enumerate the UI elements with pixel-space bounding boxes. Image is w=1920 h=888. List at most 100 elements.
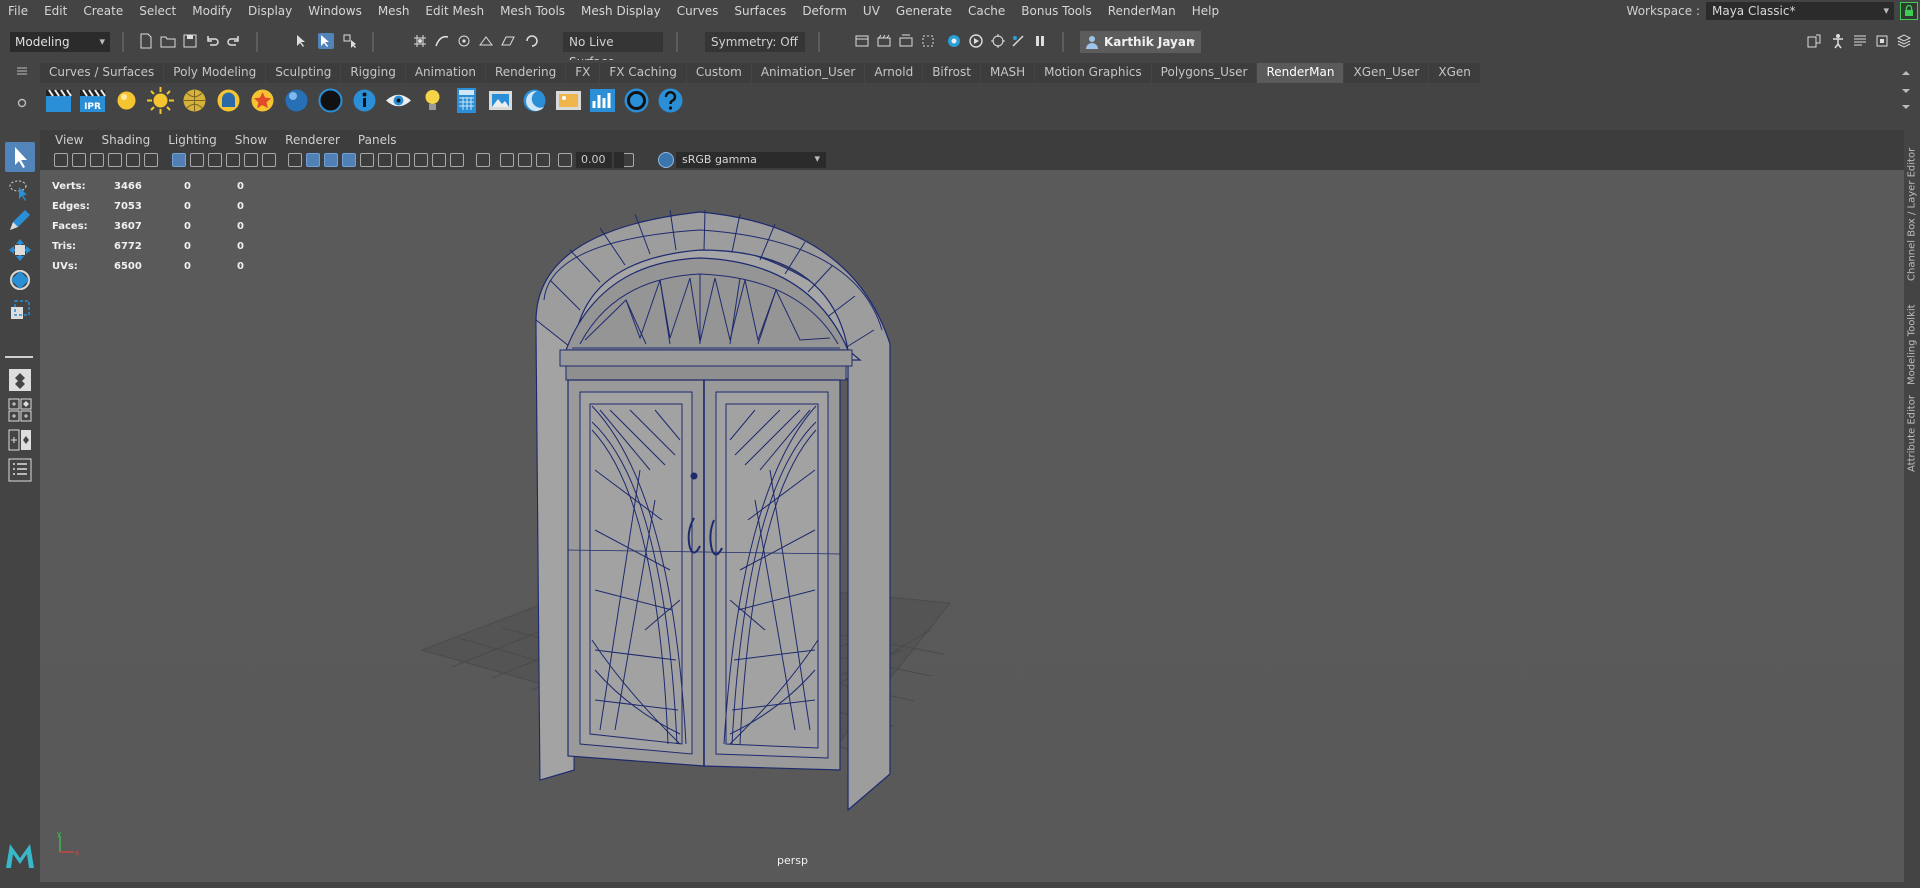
- help-icon[interactable]: [655, 85, 686, 116]
- menu-bonus-tools[interactable]: Bonus Tools: [1013, 0, 1099, 22]
- snap-to-point-icon[interactable]: [456, 33, 472, 49]
- panel-menu-renderer[interactable]: Renderer: [276, 133, 349, 147]
- tab-channel-box-layer-editor[interactable]: Channel Box / Layer Editor: [1904, 130, 1920, 298]
- shelf-scroll-icon[interactable]: [1900, 67, 1912, 117]
- motion-blur-icon[interactable]: [432, 153, 446, 167]
- menu-cache[interactable]: Cache: [960, 0, 1013, 22]
- lasso-tool-button[interactable]: [5, 175, 35, 205]
- camera-attributes-icon[interactable]: [54, 153, 68, 167]
- image-viewer-icon[interactable]: [553, 85, 584, 116]
- shelf-menu-icon[interactable]: [16, 66, 28, 76]
- shelf-tab-mash[interactable]: MASH: [980, 63, 1035, 83]
- bookmarks-icon[interactable]: [72, 153, 86, 167]
- xray-joints-icon[interactable]: [536, 153, 550, 167]
- tab-attribute-editor[interactable]: Attribute Editor: [1904, 392, 1920, 476]
- renderman-settings-icon[interactable]: [990, 33, 1006, 49]
- panel-menu-show[interactable]: Show: [226, 133, 276, 147]
- shelf-tab-sculpting[interactable]: Sculpting: [266, 63, 341, 83]
- shelf-tab-bifrost[interactable]: Bifrost: [923, 63, 980, 83]
- ipr-clapperboard-icon[interactable]: IPR: [77, 85, 108, 116]
- menu-select[interactable]: Select: [131, 0, 184, 22]
- exposure-icon[interactable]: [558, 153, 572, 167]
- wireframe-on-shaded-icon[interactable]: [342, 153, 356, 167]
- shadows-icon[interactable]: [396, 153, 410, 167]
- sphere-material-icon[interactable]: [281, 85, 312, 116]
- shelf-tab-motion-graphics[interactable]: Motion Graphics: [1035, 63, 1151, 83]
- lock-icon[interactable]: [1900, 2, 1918, 20]
- menu-edit[interactable]: Edit: [36, 0, 75, 22]
- color-management-icon[interactable]: [658, 152, 674, 168]
- shelf-tab-animation-user[interactable]: Animation_User: [751, 63, 865, 83]
- shelf-tab-fx[interactable]: FX: [566, 63, 600, 83]
- select-by-object-icon[interactable]: [318, 33, 334, 49]
- menu-curves[interactable]: Curves: [669, 0, 727, 22]
- redo-icon[interactable]: [226, 33, 242, 49]
- isolate-select-icon[interactable]: [476, 153, 490, 167]
- snap-to-grid-icon[interactable]: [412, 33, 428, 49]
- render-region-icon[interactable]: [920, 33, 936, 49]
- shelf-tab-animation[interactable]: Animation: [405, 63, 485, 83]
- star-light-icon[interactable]: [247, 85, 278, 116]
- open-scene-icon[interactable]: [160, 33, 176, 49]
- single-perspective-layout-button[interactable]: [5, 365, 35, 395]
- statistics-icon[interactable]: [587, 85, 618, 116]
- modeling-toolkit-toggle-icon[interactable]: [1806, 33, 1822, 49]
- channel-box-toggle-icon[interactable]: [1896, 33, 1912, 49]
- shelf-tab-renderman[interactable]: RenderMan: [1257, 63, 1344, 83]
- panel-menu-shading[interactable]: Shading: [92, 133, 159, 147]
- user-account-button[interactable]: Karthik Jayan: [1080, 31, 1201, 53]
- menu-generate[interactable]: Generate: [888, 0, 960, 22]
- menu-create[interactable]: Create: [75, 0, 131, 22]
- field-chart-icon[interactable]: [226, 153, 240, 167]
- renderman-logo-icon[interactable]: [621, 85, 652, 116]
- view-transform-dropdown[interactable]: sRGB gamma: [676, 151, 826, 168]
- menu-edit-mesh[interactable]: Edit Mesh: [417, 0, 492, 22]
- menu-mesh[interactable]: Mesh: [370, 0, 418, 22]
- select-tool-button[interactable]: [5, 142, 35, 172]
- sun-light-icon[interactable]: [145, 85, 176, 116]
- dome-light-icon[interactable]: [179, 85, 210, 116]
- outliner-layout-button[interactable]: [5, 455, 35, 485]
- render-settings-icon[interactable]: [854, 33, 870, 49]
- point-light-icon[interactable]: [111, 85, 142, 116]
- two-view-layout-button[interactable]: [5, 425, 35, 455]
- workspace-dropdown[interactable]: Maya Classic*: [1706, 2, 1894, 20]
- image-plane-icon[interactable]: [90, 153, 104, 167]
- menu-mesh-display[interactable]: Mesh Display: [573, 0, 669, 22]
- shelf-tab-rendering[interactable]: Rendering: [486, 63, 566, 83]
- panel-menu-lighting[interactable]: Lighting: [159, 133, 226, 147]
- snap-to-live-surface-icon[interactable]: [500, 33, 516, 49]
- pause-icon[interactable]: [1032, 33, 1048, 49]
- moon-icon[interactable]: [519, 85, 550, 116]
- menu-deform[interactable]: Deform: [794, 0, 855, 22]
- menu-display[interactable]: Display: [240, 0, 300, 22]
- shelf-tab-curves-surfaces[interactable]: Curves / Surfaces: [40, 63, 164, 83]
- menu-modify[interactable]: Modify: [184, 0, 240, 22]
- safe-action-icon[interactable]: [244, 153, 258, 167]
- tool-settings-toggle-icon[interactable]: [1874, 33, 1890, 49]
- anti-aliasing-icon[interactable]: [450, 153, 464, 167]
- use-default-material-icon[interactable]: [324, 153, 338, 167]
- snap-to-curve-icon[interactable]: [434, 33, 450, 49]
- menu-help[interactable]: Help: [1184, 0, 1227, 22]
- menu-windows[interactable]: Windows: [300, 0, 370, 22]
- shelf-tab-rigging[interactable]: Rigging: [341, 63, 405, 83]
- menu-uv[interactable]: UV: [855, 0, 888, 22]
- render-frame-icon[interactable]: [876, 33, 892, 49]
- shelf-tab-xgen[interactable]: XGen: [1429, 63, 1480, 83]
- menu-file[interactable]: File: [0, 0, 36, 22]
- renderman-start-icon[interactable]: [946, 33, 962, 49]
- shelf-tab-xgen-user[interactable]: XGen_User: [1344, 63, 1429, 83]
- gate-mask-icon[interactable]: [208, 153, 222, 167]
- shelf-tab-fx-caching[interactable]: FX Caching: [600, 63, 686, 83]
- scale-tool-button[interactable]: [5, 295, 35, 325]
- paint-select-tool-button[interactable]: [5, 205, 35, 235]
- menu-renderman[interactable]: RenderMan: [1100, 0, 1184, 22]
- snap-together-icon[interactable]: [524, 33, 540, 49]
- snap-to-view-plane-icon[interactable]: [478, 33, 494, 49]
- exposure-field[interactable]: 0.00: [576, 152, 612, 168]
- screen-space-ao-icon[interactable]: [414, 153, 428, 167]
- portal-light-icon[interactable]: [213, 85, 244, 116]
- attribute-editor-toggle-icon[interactable]: [1852, 33, 1868, 49]
- shelf-settings-icon[interactable]: [17, 98, 27, 108]
